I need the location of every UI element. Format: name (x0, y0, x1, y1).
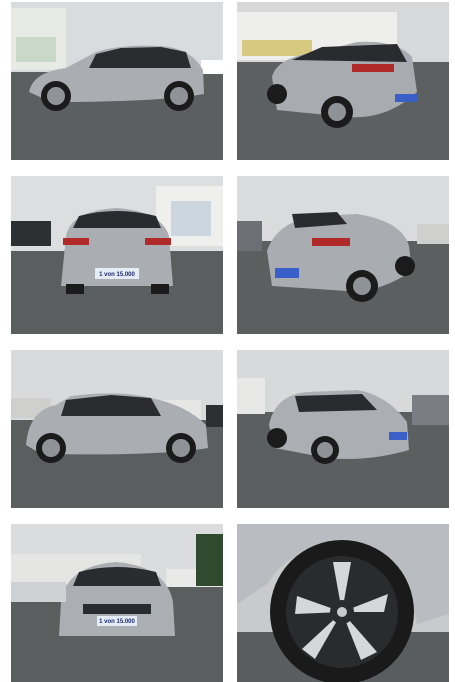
car-rear-quarter-left-image (237, 176, 449, 334)
photo-front[interactable]: 1 von 15.000 (11, 524, 223, 682)
car-front-quarter-image (237, 350, 449, 508)
wheel-closeup-image (237, 524, 449, 682)
car-front-image: 1 von 15.000 (11, 524, 223, 682)
car-rear-image: 1 von 15.000 (11, 176, 223, 334)
photo-side-left[interactable] (11, 2, 223, 160)
photo-side-right[interactable] (11, 350, 223, 508)
photo-rear-quarter-left[interactable] (237, 176, 449, 334)
photo-front-quarter-right[interactable] (237, 350, 449, 508)
license-plate-text: 1 von 15.000 (99, 619, 135, 625)
photo-rear[interactable]: 1 von 15.000 (11, 176, 223, 334)
car-rear-quarter-image (237, 2, 449, 160)
photo-wheel-closeup[interactable] (237, 524, 449, 682)
license-plate-text: 1 von 15.000 (99, 272, 135, 278)
car-side-view-image (11, 2, 223, 160)
photo-rear-quarter-right[interactable] (237, 2, 449, 160)
car-side-right-image (11, 350, 223, 508)
